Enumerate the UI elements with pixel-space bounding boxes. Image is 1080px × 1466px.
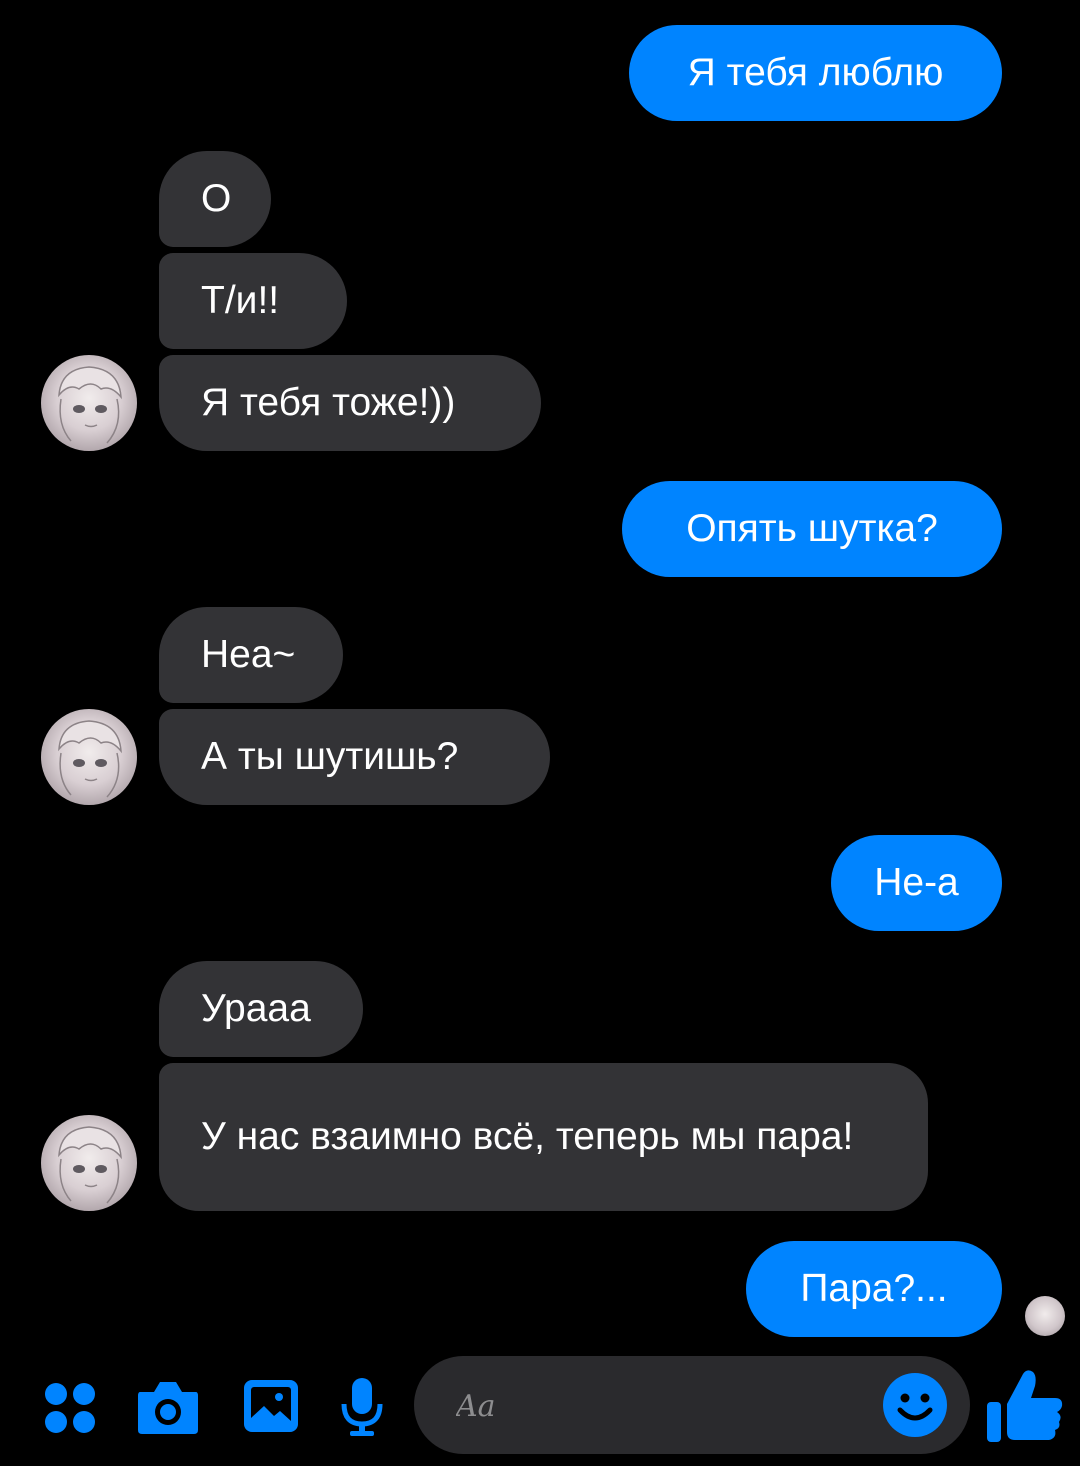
incoming-message[interactable]: А ты шутишь? [159, 709, 550, 805]
avatar-illustration [58, 1126, 122, 1204]
microphone-icon[interactable] [340, 1376, 384, 1438]
outgoing-message[interactable]: Пара?... [746, 1241, 1002, 1337]
incoming-message[interactable]: Урааа [159, 961, 363, 1057]
gallery-icon[interactable] [242, 1378, 300, 1434]
apps-grid-icon[interactable] [44, 1382, 96, 1434]
contact-avatar[interactable] [41, 1115, 137, 1211]
message-input[interactable] [454, 1384, 878, 1428]
thumbs-up-icon[interactable] [985, 1366, 1065, 1444]
incoming-message[interactable]: Неа~ [159, 607, 343, 703]
incoming-message[interactable]: Я тебя тоже!)) [159, 355, 541, 451]
avatar-illustration [58, 720, 122, 798]
message-composer[interactable] [414, 1356, 970, 1454]
outgoing-message[interactable]: Опять шутка? [622, 481, 1002, 577]
incoming-message[interactable]: Т/и!! [159, 253, 347, 349]
emoji-icon[interactable] [882, 1372, 948, 1438]
read-receipt-avatar [1025, 1296, 1065, 1336]
avatar-illustration [58, 366, 122, 444]
incoming-message[interactable]: У нас взаимно всё, теперь мы пара! [159, 1063, 928, 1211]
contact-avatar[interactable] [41, 709, 137, 805]
incoming-message[interactable]: О [159, 151, 271, 247]
outgoing-message[interactable]: Не-а [831, 835, 1002, 931]
camera-icon[interactable] [136, 1378, 200, 1436]
contact-avatar[interactable] [41, 355, 137, 451]
outgoing-message[interactable]: Я тебя люблю [629, 25, 1002, 121]
